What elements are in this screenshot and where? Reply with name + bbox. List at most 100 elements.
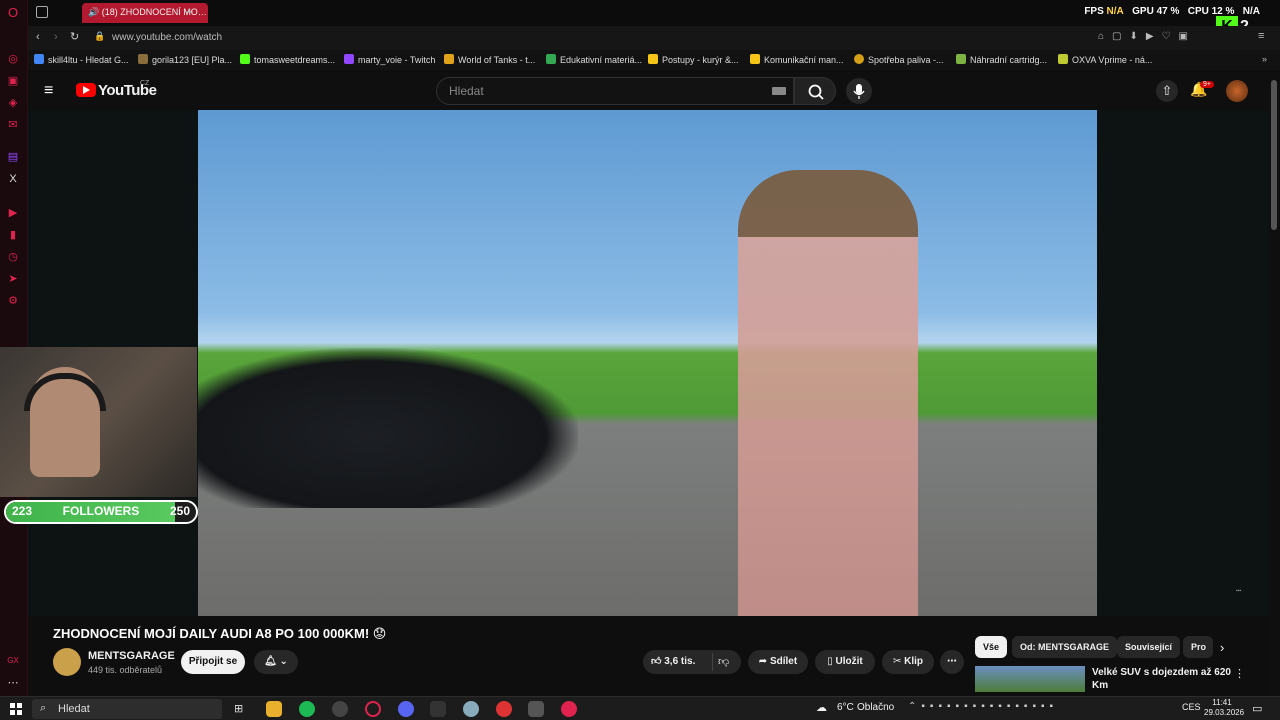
notification-bell-button[interactable]: 🔔︎ ⌄ <box>254 650 298 674</box>
search-button[interactable] <box>794 77 836 105</box>
opera-gx-icon[interactable] <box>365 701 381 717</box>
url-field[interactable]: www.youtube.com/watch <box>108 30 1008 46</box>
bookmark-label: World of Tanks - t... <box>458 55 536 65</box>
webcam-overlay <box>0 347 197 497</box>
recommendation-menu-icon[interactable]: ⋮ <box>1234 667 1245 680</box>
keyboard-icon[interactable] <box>772 87 786 95</box>
language-indicator[interactable]: CES <box>1182 702 1201 712</box>
bookmark-icon[interactable]: ▮ <box>6 228 20 242</box>
followers-label: FOLLOWERS <box>62 504 140 518</box>
bookmark-item[interactable]: marty_voie - Twitch <box>344 54 435 65</box>
chip-all[interactable]: Vše <box>975 636 1008 658</box>
mail-icon[interactable]: ✉ <box>6 118 20 132</box>
tab-bar: 🔊 (18) ZHODNOCENÍ MO… + FPS N/A GPU 47 %… <box>28 0 1280 38</box>
app-icon[interactable] <box>496 701 512 717</box>
weather-text[interactable]: Oblačno <box>857 702 894 713</box>
send-icon[interactable]: ➤ <box>6 272 20 286</box>
clip-label: Klip <box>904 656 924 667</box>
scrollbar-thumb[interactable] <box>1271 80 1277 230</box>
more-icon[interactable]: ⋯ <box>6 676 20 690</box>
epic-games-icon[interactable] <box>430 701 446 717</box>
dislike-icon[interactable]: 👎︎ <box>718 655 729 668</box>
bookmark-item[interactable]: Spotřeba paliva -... <box>854 54 944 65</box>
recommendation-thumbnail[interactable] <box>975 666 1085 692</box>
chips-next-icon[interactable]: › <box>1220 640 1224 655</box>
youtube-logo-icon[interactable] <box>76 83 96 97</box>
youtube-header: ≡ YouTube CZ Hledat ⇧ 🔔 9+ <box>28 72 1268 110</box>
subscribe-button[interactable]: Připojit se <box>181 650 245 674</box>
back-icon[interactable]: ‹ <box>36 31 40 43</box>
bookmark-item[interactable]: Postupy - kurýr &... <box>648 54 739 65</box>
bookmark-label: Spotřeba paliva -... <box>868 55 944 65</box>
x-icon[interactable]: X <box>6 172 20 186</box>
weather-icon[interactable]: ☁ <box>816 701 827 714</box>
weather-temp[interactable]: 6°C <box>837 702 854 713</box>
tab-manager-icon[interactable] <box>36 6 48 18</box>
voice-search-button[interactable] <box>846 78 872 104</box>
player-icon[interactable]: ▶ <box>6 206 20 220</box>
new-tab-icon[interactable]: + <box>186 4 194 19</box>
channel-name[interactable]: MENTSGARAGE <box>88 650 175 662</box>
video-player[interactable]: ▪▪▪ <box>28 110 1268 616</box>
history-icon[interactable]: ◷ <box>6 250 20 264</box>
reload-icon[interactable]: ↻ <box>70 30 79 43</box>
menu-icon[interactable]: ≡ <box>1258 30 1264 42</box>
file-explorer-icon[interactable] <box>266 701 282 717</box>
twitch-icon[interactable]: ▤ <box>6 150 20 164</box>
app-icon[interactable] <box>332 701 348 717</box>
bookmarks-overflow-icon[interactable]: » <box>1262 54 1267 64</box>
task-view-icon[interactable]: ⊞ <box>234 702 243 715</box>
chip-related[interactable]: Související <box>1117 636 1181 658</box>
app-icon[interactable] <box>561 701 577 717</box>
toolbar-icons[interactable]: ⌂▢⬇▶♡▣ <box>1098 31 1196 42</box>
bookmark-item[interactable]: OXVA Vprime - ná... <box>1058 54 1152 65</box>
settings-icon[interactable]: ⚙ <box>6 294 20 308</box>
upload-icon[interactable]: ⇧ <box>1156 80 1178 102</box>
notification-center-icon[interactable]: ▭ <box>1252 702 1262 715</box>
opera-logo-icon[interactable]: O <box>6 6 20 20</box>
avatar[interactable] <box>1226 80 1248 102</box>
gx-icon[interactable]: GX <box>6 654 20 668</box>
messenger-icon[interactable]: ◈ <box>6 96 20 110</box>
discord-icon[interactable] <box>398 701 414 717</box>
page-scrollbar[interactable] <box>1268 72 1280 696</box>
bookmark-item[interactable]: gorila123 [EU] Pla... <box>138 54 232 65</box>
speaker-icon: 🔊 <box>88 7 102 17</box>
bookmark-item[interactable]: skill4ltu - Hledat G... <box>34 54 129 65</box>
bookmark-item[interactable]: tomasweetdreams... <box>240 54 335 65</box>
windows-search-input[interactable]: Hledat <box>32 699 222 719</box>
channel-avatar[interactable] <box>53 648 81 676</box>
more-actions-button[interactable]: ⋯ <box>940 650 964 674</box>
bookmark-favicon-icon <box>546 54 556 64</box>
bookmark-favicon-icon <box>138 54 148 64</box>
search-input[interactable]: Hledat <box>436 77 794 105</box>
aria-icon[interactable]: ◎ <box>6 52 20 66</box>
share-button[interactable]: ➦ Sdílet <box>748 650 808 674</box>
bookmark-item[interactable]: World of Tanks - t... <box>444 54 535 65</box>
bookmark-label: OXVA Vprime - ná... <box>1072 55 1153 65</box>
clip-button[interactable]: ✂ Klip <box>882 650 934 674</box>
gpu-label: GPU <box>1132 6 1154 17</box>
windows-start-icon[interactable] <box>10 703 22 715</box>
chip-for-you[interactable]: Pro <box>1183 636 1213 658</box>
bookmark-label: Náhradní cartridg... <box>970 55 1048 65</box>
app-icon[interactable] <box>528 701 544 717</box>
bookmark-favicon-icon <box>750 54 760 64</box>
bookmark-item[interactable]: Edukativní materiá... <box>546 54 642 65</box>
bookmark-item[interactable]: Komunikační man... <box>750 54 844 65</box>
hamburger-menu-icon[interactable]: ≡ <box>44 82 53 100</box>
save-button[interactable]: ▯ Uložit <box>815 650 875 674</box>
spotify-icon[interactable] <box>299 701 315 717</box>
clock[interactable]: 11:41 29.03.2026 <box>1204 698 1244 718</box>
video-content[interactable] <box>198 110 1097 616</box>
recommendation-title[interactable]: Velké SUV s dojezdem až 620 Km <box>1092 666 1232 692</box>
bookmark-item[interactable]: Náhradní cartridg... <box>956 54 1047 65</box>
chip-from-channel[interactable]: Od: MENTSGARAGE <box>1012 636 1117 658</box>
forward-icon[interactable]: › <box>54 31 58 43</box>
system-tray-icons[interactable]: ⌃▪▪▪▪▪▪▪▪▪▪▪▪▪▪▪▪ <box>908 701 1058 712</box>
shopping-icon[interactable]: ▣ <box>6 74 20 88</box>
bookmark-label: Edukativní materiá... <box>560 55 643 65</box>
fps-value: N/A <box>1106 6 1124 17</box>
steam-icon[interactable] <box>463 701 479 717</box>
save-label: Uložit <box>835 656 863 667</box>
